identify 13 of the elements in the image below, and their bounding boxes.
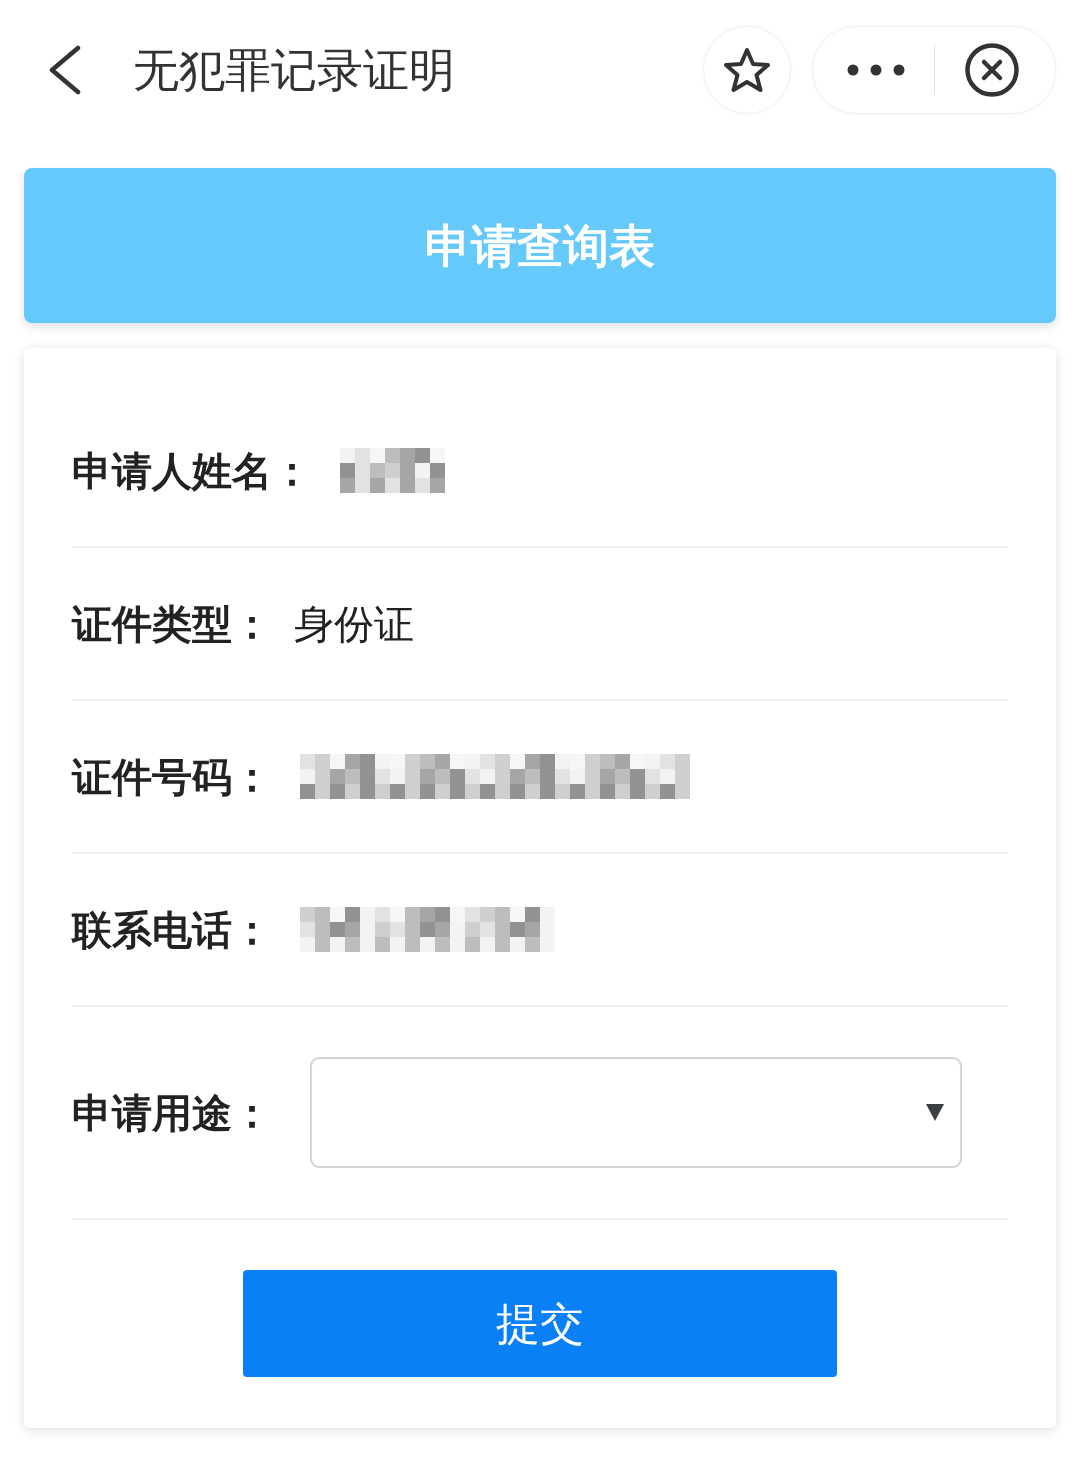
submit-button[interactable]: 提交 <box>243 1270 837 1377</box>
form-heading: 申请查询表 <box>425 222 655 269</box>
field-label: 申请人姓名： <box>72 450 312 491</box>
field-label: 证件号码： <box>72 756 272 797</box>
page-title: 无犯罪记录证明 <box>133 47 455 93</box>
star-icon <box>723 47 771 93</box>
field-label: 联系电话： <box>72 909 272 950</box>
field-label: 申请用途： <box>72 1092 272 1133</box>
close-icon <box>965 43 1019 97</box>
field-value: 身份证 <box>294 603 414 644</box>
field-label: 证件类型： <box>72 603 272 644</box>
caret-icon <box>926 1104 944 1121</box>
more-icon <box>847 64 905 76</box>
